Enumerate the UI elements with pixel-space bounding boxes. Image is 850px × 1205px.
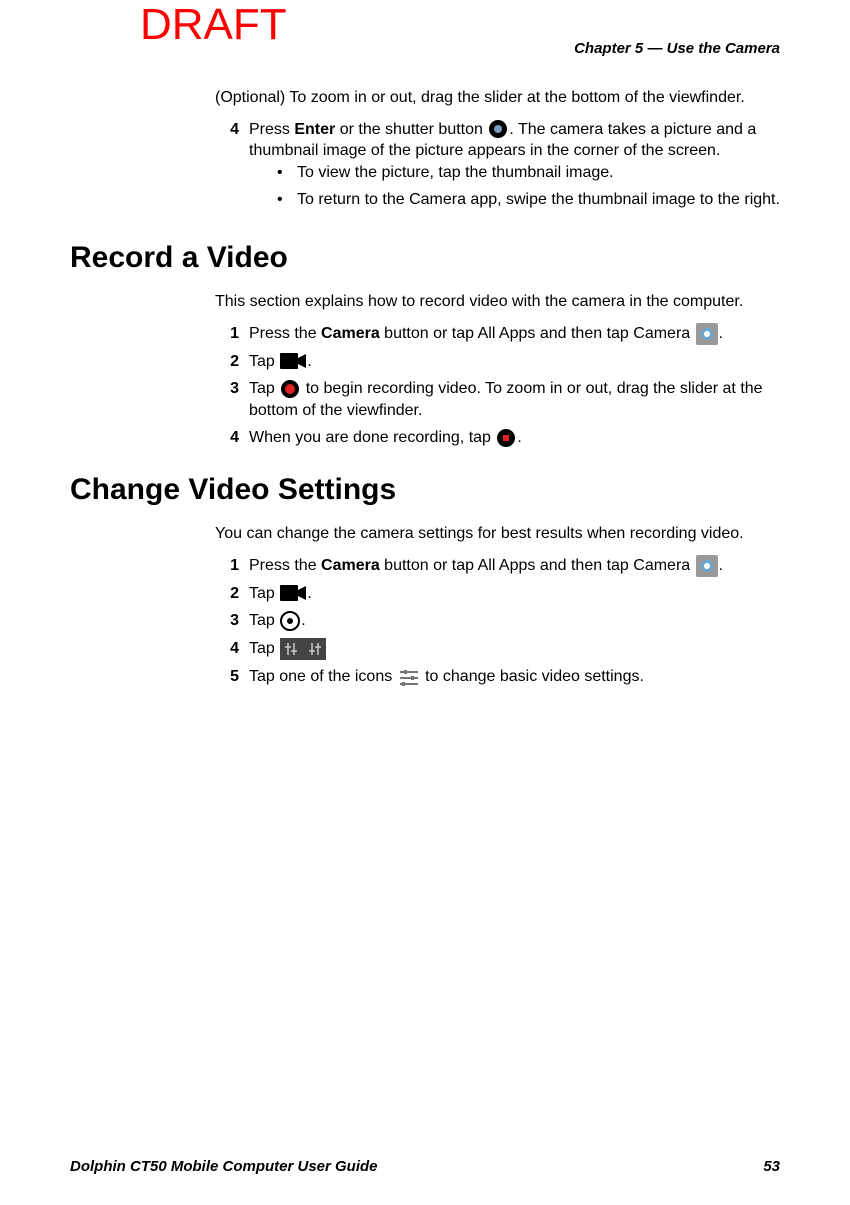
step-number: 1 xyxy=(215,323,239,345)
step-number: 3 xyxy=(215,378,239,400)
text-frag: or the shutter button xyxy=(335,121,487,138)
text-frag: . xyxy=(719,325,723,342)
step-text: Press the Camera button or tap All Apps … xyxy=(249,323,780,345)
sliders-panel-icon xyxy=(280,638,326,660)
bullet-dot: • xyxy=(277,162,297,184)
text-frag: Press xyxy=(249,121,294,138)
step-text: Tap one of the icons xyxy=(249,666,780,688)
step-text: Tap . xyxy=(249,610,780,632)
bullet-text: To return to the Camera app, swipe the t… xyxy=(297,189,780,211)
bullet-text: To view the picture, tap the thumbnail i… xyxy=(297,162,780,184)
text-frag: Tap one of the icons xyxy=(249,668,397,685)
step-text: Press Enter or the shutter button . The … xyxy=(249,119,780,217)
step-text: Press the Camera button or tap All Apps … xyxy=(249,555,780,577)
step-number: 2 xyxy=(215,351,239,373)
step-number: 1 xyxy=(215,555,239,577)
text-frag: Tap xyxy=(249,640,279,657)
step-text: Tap . xyxy=(249,583,780,605)
heading-record-video: Record a Video xyxy=(70,241,780,275)
step-number: 4 xyxy=(215,119,239,141)
text-frag: . xyxy=(301,612,305,629)
text-frag: . xyxy=(517,429,521,446)
bullet-dot: • xyxy=(277,189,297,211)
record-step-3: 3 Tap to begin recording video. To zoom … xyxy=(215,378,780,421)
record-step-4: 4 When you are done recording, tap . xyxy=(215,427,780,449)
record-step-1: 1 Press the Camera button or tap All App… xyxy=(215,323,780,345)
record-button-icon xyxy=(280,378,300,400)
step-text: Tap xyxy=(249,638,780,660)
step-number: 4 xyxy=(215,427,239,449)
text-bold: Camera xyxy=(321,325,380,342)
text-frag: Tap xyxy=(249,353,279,370)
bullet-item: • To view the picture, tap the thumbnail… xyxy=(277,162,780,184)
step-number: 3 xyxy=(215,610,239,632)
text-frag: . xyxy=(307,585,311,602)
text-frag: When you are done recording, tap xyxy=(249,429,495,446)
video-mode-icon xyxy=(280,351,306,373)
bullet-item: • To return to the Camera app, swipe the… xyxy=(277,189,780,211)
text-frag: button or tap All Apps and then tap Came… xyxy=(380,557,695,574)
text-frag: to change basic video settings. xyxy=(425,668,644,685)
draft-watermark: DRAFT xyxy=(140,0,287,50)
step-text: Tap . xyxy=(249,351,780,373)
stop-record-icon xyxy=(496,427,516,449)
text-bold: Enter xyxy=(294,121,335,138)
sliders-icon xyxy=(398,666,420,688)
page-number: 53 xyxy=(763,1158,780,1175)
step-number: 4 xyxy=(215,638,239,660)
text-bold: Camera xyxy=(321,557,380,574)
text-frag: Tap xyxy=(249,612,279,629)
settings-circle-icon xyxy=(280,610,300,632)
shutter-icon xyxy=(488,119,508,141)
step-number: 5 xyxy=(215,666,239,688)
step-number: 2 xyxy=(215,583,239,605)
change-step-1: 1 Press the Camera button or tap All App… xyxy=(215,555,780,577)
change-intro: You can change the camera settings for b… xyxy=(215,523,780,545)
change-step-5: 5 Tap one of the icons xyxy=(215,666,780,688)
text-frag: to begin recording video. To zoom in or … xyxy=(249,380,763,419)
heading-change-video-settings: Change Video Settings xyxy=(70,473,780,507)
step-text: When you are done recording, tap . xyxy=(249,427,780,449)
optional-zoom-para: (Optional) To zoom in or out, drag the s… xyxy=(215,87,780,109)
step-text: Tap to begin recording video. To zoom in… xyxy=(249,378,780,421)
text-frag: Press the xyxy=(249,325,321,342)
camera-app-icon xyxy=(696,555,718,577)
video-mode-icon xyxy=(280,583,306,605)
change-step-4: 4 Tap xyxy=(215,638,780,660)
step-4: 4 Press Enter or the shutter button . Th… xyxy=(215,119,780,217)
change-step-3: 3 Tap . xyxy=(215,610,780,632)
record-intro: This section explains how to record vide… xyxy=(215,291,780,313)
text-frag: . xyxy=(719,557,723,574)
text-frag: button or tap All Apps and then tap Came… xyxy=(380,325,695,342)
footer-title: Dolphin CT50 Mobile Computer User Guide xyxy=(70,1158,378,1175)
text-frag: Tap xyxy=(249,380,279,397)
change-step-2: 2 Tap . xyxy=(215,583,780,605)
text-frag: Press the xyxy=(249,557,321,574)
camera-app-icon xyxy=(696,323,718,345)
text-frag: Tap xyxy=(249,585,279,602)
record-step-2: 2 Tap . xyxy=(215,351,780,373)
text-frag: . xyxy=(307,353,311,370)
